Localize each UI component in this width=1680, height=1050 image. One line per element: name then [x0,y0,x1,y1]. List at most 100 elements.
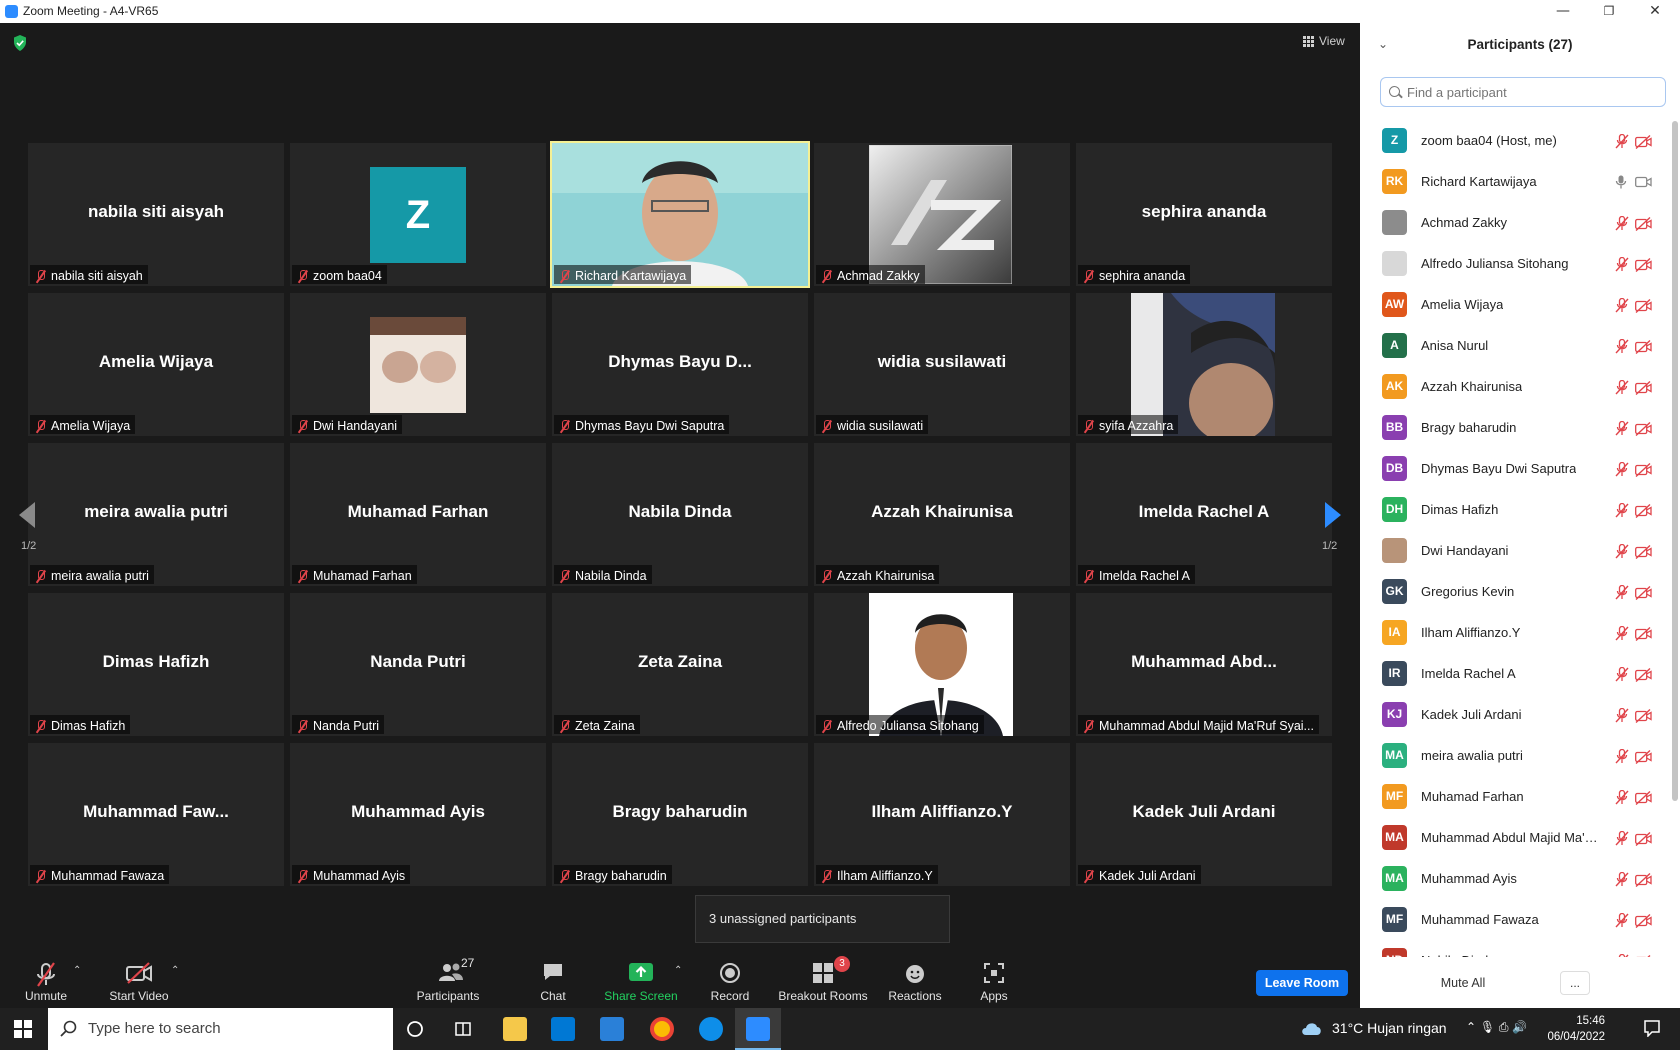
video-tile[interactable]: Amelia Wijaya Amelia Wijaya [28,293,284,436]
audio-options-caret-icon[interactable]: ⌃ [73,965,81,976]
mic-muted-icon[interactable] [1615,257,1629,272]
video-tile[interactable]: Achmad Zakky [814,143,1070,286]
mic-muted-icon[interactable] [1615,503,1629,518]
participant-row[interactable]: Achmad Zakky [1360,203,1672,244]
zoom-taskbar-button[interactable] [735,1008,781,1050]
mic-muted-icon[interactable] [1615,216,1629,231]
participant-row[interactable]: DH Dimas Hafizh [1360,490,1672,531]
participant-row[interactable]: IR Imelda Rachel A [1360,654,1672,695]
camera-off-icon[interactable] [1635,914,1652,928]
participant-row[interactable]: RK Richard Kartawijaya [1360,162,1672,203]
mic-muted-icon[interactable] [1615,708,1629,723]
mic-muted-icon[interactable] [1615,298,1629,313]
video-tile[interactable]: Ilham Aliffianzo.Y Ilham Aliffianzo.Y [814,743,1070,886]
participant-row[interactable]: MF Muhamad Farhan [1360,777,1672,818]
shield-icon[interactable] [13,35,27,51]
mic-muted-icon[interactable] [1615,421,1629,436]
task-view-icon[interactable] [454,1020,472,1038]
camera-off-icon[interactable] [1635,258,1652,272]
participant-row[interactable]: MA meira awalia putri [1360,736,1672,777]
video-tile[interactable]: Nanda Putri Nanda Putri [290,593,546,736]
unmute-button[interactable]: Unmute [16,945,76,1008]
mail-icon[interactable] [600,1017,624,1041]
previous-page-arrow-icon[interactable] [19,502,35,528]
video-tile[interactable]: Muhammad Faw... Muhammad Fawaza [28,743,284,886]
find-participant-input[interactable] [1380,77,1666,107]
mic-muted-icon[interactable] [1615,831,1629,846]
camera-off-icon[interactable] [1635,135,1652,149]
mic-muted-icon[interactable] [1615,913,1629,928]
video-tile[interactable]: Imelda Rachel A Imelda Rachel A [1076,443,1332,586]
camera-off-icon[interactable] [1635,299,1652,313]
video-tile[interactable]: meira awalia putri meira awalia putri [28,443,284,586]
video-tile[interactable]: Muhamad Farhan Muhamad Farhan [290,443,546,586]
video-tile[interactable]: Azzah Khairunisa Azzah Khairunisa [814,443,1070,586]
participants-scrollbar[interactable] [1672,121,1678,801]
participant-row[interactable]: BB Bragy baharudin [1360,408,1672,449]
mic-muted-icon[interactable] [1615,380,1629,395]
video-tile[interactable]: nabila siti aisyah nabila siti aisyah [28,143,284,286]
camera-off-icon[interactable] [1635,832,1652,846]
share-screen-button[interactable]: Share Screen [604,945,678,1008]
video-tile[interactable]: syifa Azzahra [1076,293,1332,436]
share-options-caret-icon[interactable]: ⌃ [674,965,682,976]
video-tile[interactable]: Dwi Handayani [290,293,546,436]
camera-off-icon[interactable] [1635,463,1652,477]
mic-muted-icon[interactable] [1615,585,1629,600]
taskbar-clock[interactable]: 15:46 06/04/2022 [1540,1013,1605,1045]
restore-button[interactable]: ❐ [1586,0,1632,23]
leave-room-button[interactable]: Leave Room [1256,970,1348,996]
participant-row[interactable]: A Anisa Nurul [1360,326,1672,367]
microsoft-store-icon[interactable] [551,1017,575,1041]
mic-muted-icon[interactable] [1615,667,1629,682]
participant-row[interactable]: Alfredo Juliansa Sitohang [1360,244,1672,285]
camera-off-icon[interactable] [1635,545,1652,559]
minimize-button[interactable]: — [1540,0,1586,23]
apps-button[interactable]: Apps [974,945,1014,1008]
camera-off-icon[interactable] [1635,709,1652,723]
mic-muted-icon[interactable] [1615,339,1629,354]
video-tile[interactable]: Alfredo Juliansa Sitohang [814,593,1070,736]
chat-button[interactable]: Chat [530,945,576,1008]
video-tile[interactable]: sephira ananda sephira ananda [1076,143,1332,286]
mic-muted-icon[interactable] [1615,749,1629,764]
camera-off-icon[interactable] [1635,750,1652,764]
mic-muted-icon[interactable] [1615,954,1629,957]
camera-off-icon[interactable] [1635,668,1652,682]
mic-muted-icon[interactable] [1615,134,1629,149]
video-tile[interactable]: Zeta Zaina Zeta Zaina [552,593,808,736]
participant-row[interactable]: DB Dhymas Bayu Dwi Saputra [1360,449,1672,490]
video-tile[interactable]: Nabila Dinda Nabila Dinda [552,443,808,586]
participant-row[interactable]: KJ Kadek Juli Ardani [1360,695,1672,736]
camera-off-icon[interactable] [1635,422,1652,436]
mute-all-button[interactable]: Mute All [1431,971,1495,995]
mic-on-icon[interactable] [1615,175,1627,189]
participant-row[interactable]: ND Nabila Dinda [1360,941,1672,957]
next-page-arrow-icon[interactable] [1325,502,1341,528]
video-tile[interactable]: Zzoom baa04 [290,143,546,286]
camera-off-icon[interactable] [1635,381,1652,395]
participant-row[interactable]: MA Muhammad Ayis [1360,859,1672,900]
mic-muted-icon[interactable] [1615,790,1629,805]
participant-row[interactable]: Zzoom baa04 (Host, me) [1360,121,1672,162]
participant-row[interactable]: Dwi Handayani [1360,531,1672,572]
video-tile[interactable]: Richard Kartawijaya [550,141,810,288]
camera-off-icon[interactable] [1635,340,1652,354]
video-options-caret-icon[interactable]: ⌃ [171,965,179,976]
weather-text[interactable]: 31°C Hujan ringan [1332,1020,1447,1036]
camera-icon[interactable] [1635,176,1652,188]
mic-muted-icon[interactable] [1615,626,1629,641]
participant-row[interactable]: MA Muhammad Abdul Majid Ma'R... [1360,818,1672,859]
camera-off-icon[interactable] [1635,873,1652,887]
mic-muted-icon[interactable] [1615,544,1629,559]
camera-off-icon[interactable] [1635,791,1652,805]
camera-off-icon[interactable] [1635,955,1652,957]
participant-row[interactable]: MF Muhammad Fawaza [1360,900,1672,941]
teamviewer-icon[interactable] [699,1017,723,1041]
video-tile[interactable]: Dimas Hafizh Dimas Hafizh [28,593,284,736]
start-video-button[interactable]: Start Video [104,945,174,1008]
participant-row[interactable]: AK Azzah Khairunisa [1360,367,1672,408]
video-tile[interactable]: Bragy baharudin Bragy baharudin [552,743,808,886]
record-button[interactable]: Record [706,945,754,1008]
chrome-icon[interactable] [650,1017,674,1041]
